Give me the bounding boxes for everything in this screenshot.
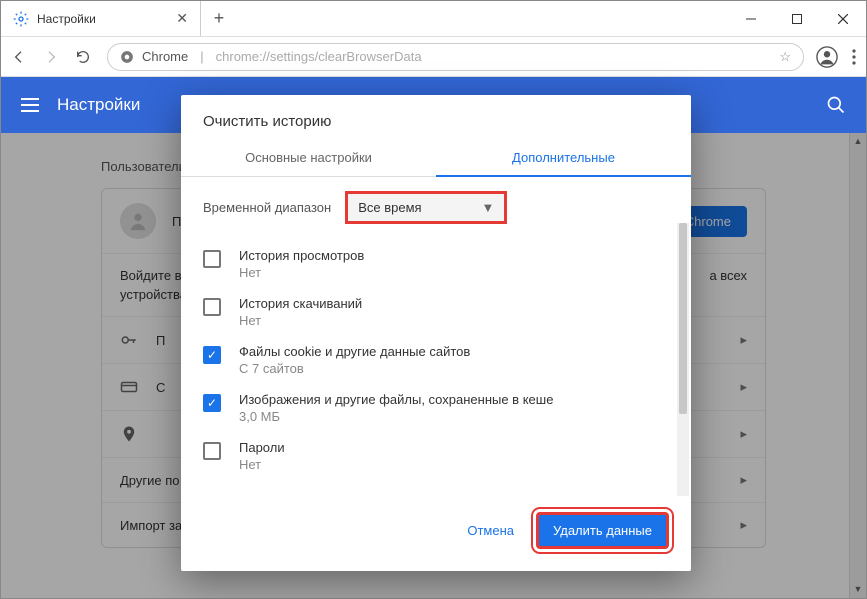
url-path: chrome://settings/clearBrowserData <box>216 49 422 64</box>
close-window-button[interactable] <box>820 1 866 36</box>
clear-items-list: История просмотровНет История скачиваний… <box>203 240 669 490</box>
checkbox[interactable]: ✓ <box>203 394 221 412</box>
menu-dots-icon[interactable] <box>852 49 856 65</box>
search-icon[interactable] <box>826 95 846 115</box>
new-tab-button[interactable]: + <box>201 1 237 36</box>
minimize-button[interactable] <box>728 1 774 36</box>
item-cached-images[interactable]: ✓ Изображения и другие файлы, сохраненны… <box>203 384 669 432</box>
profile-avatar-icon[interactable] <box>816 46 838 68</box>
dialog-actions: Отмена Удалить данные <box>181 496 691 571</box>
url-host: Chrome <box>142 49 188 64</box>
item-autofill[interactable]: Данные для автозаполнения <box>203 480 669 490</box>
window-titlebar: Настройки ✕ + <box>1 1 866 37</box>
dialog-title: Очистить историю <box>181 95 691 138</box>
settings-gear-icon <box>13 11 29 27</box>
clear-browsing-data-dialog: Очистить историю Основные настройки Допо… <box>181 95 691 571</box>
tab-title: Настройки <box>37 12 96 26</box>
dialog-tabs: Основные настройки Дополнительные <box>181 138 691 177</box>
checkbox[interactable] <box>203 442 221 460</box>
chrome-logo-icon <box>120 50 134 64</box>
url-input[interactable]: Chrome | chrome://settings/clearBrowserD… <box>107 43 804 71</box>
reload-button[interactable] <box>75 49 95 65</box>
browser-tab[interactable]: Настройки ✕ <box>1 1 201 36</box>
checkbox[interactable] <box>203 298 221 316</box>
item-passwords[interactable]: ПаролиНет <box>203 432 669 480</box>
dropdown-arrow-icon: ▼ <box>482 200 495 215</box>
checkbox[interactable] <box>203 250 221 268</box>
tab-basic[interactable]: Основные настройки <box>181 138 436 177</box>
maximize-button[interactable] <box>774 1 820 36</box>
item-download-history[interactable]: История скачиванийНет <box>203 288 669 336</box>
bookmark-star-icon[interactable]: ☆ <box>779 49 791 65</box>
time-range-select[interactable]: Все время ▼ <box>345 191 507 224</box>
forward-button[interactable] <box>43 49 63 65</box>
item-cookies[interactable]: ✓ Файлы cookie и другие данные сайтовС 7… <box>203 336 669 384</box>
scroll-thumb[interactable] <box>679 223 687 414</box>
close-tab-icon[interactable]: ✕ <box>176 10 188 27</box>
checkbox[interactable]: ✓ <box>203 346 221 364</box>
address-bar: Chrome | chrome://settings/clearBrowserD… <box>1 37 866 77</box>
back-button[interactable] <box>11 49 31 65</box>
window-controls <box>728 1 866 36</box>
time-range-value: Все время <box>358 200 421 215</box>
item-browsing-history[interactable]: История просмотровНет <box>203 240 669 288</box>
clear-data-button[interactable]: Удалить данные <box>536 512 669 549</box>
dialog-scrollbar[interactable] <box>677 223 689 496</box>
page-title: Настройки <box>57 95 140 115</box>
time-range-label: Временной диапазон <box>203 200 331 215</box>
time-range-row: Временной диапазон Все время ▼ <box>203 191 669 224</box>
hamburger-menu-icon[interactable] <box>21 98 39 112</box>
tab-advanced[interactable]: Дополнительные <box>436 138 691 177</box>
cancel-button[interactable]: Отмена <box>449 512 532 549</box>
